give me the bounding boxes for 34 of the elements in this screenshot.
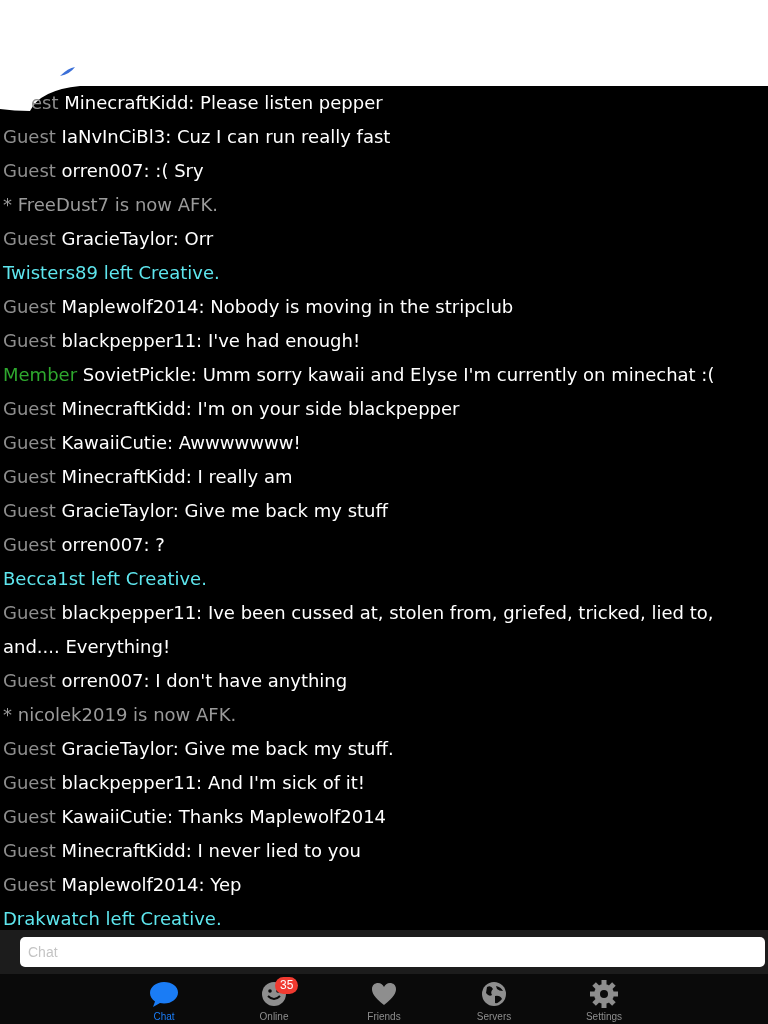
chat-message: Guest MinecraftKidd: I never lied to you xyxy=(3,839,362,863)
speech-bubble-icon xyxy=(149,980,179,1008)
chat-message: Guest GracieTaylor: Give me back my stuff. xyxy=(3,737,395,761)
status-message: * nicolek2019 is now AFK. xyxy=(3,703,238,727)
tab-button[interactable]: Friends xyxy=(329,974,439,1024)
heart-icon xyxy=(371,982,397,1006)
chat-message: Guest IaNvInCiBl3: Cuz I can run really fast xyxy=(3,125,392,149)
chat-message: Guest blackpepper11: I've had enough! xyxy=(3,329,362,353)
chat-message: Guest Maplewolf2014: Yep xyxy=(3,873,243,897)
leave-message: Twisters89 left Creative. xyxy=(3,261,221,285)
chat-message: Guest orren007: :( Sry xyxy=(3,159,205,183)
chat-message: Guest Maplewolf2014: Nobody is moving in the stripclub xyxy=(3,295,515,319)
chat-message: Guest GracieTaylor: Orr xyxy=(3,227,215,251)
leave-message: Becca1st left Creative. xyxy=(3,567,208,591)
chat-message: Guest KawaiiCutie: Thanks Maplewolf2014 xyxy=(3,805,388,829)
chat-message: Guest MinecraftKidd: I really am xyxy=(3,465,294,489)
count-badge: 35 xyxy=(275,977,299,994)
status-message: * FreeDust7 is now AFK. xyxy=(3,193,219,217)
chat-message: Guest orren007: I don't have anything xyxy=(3,669,349,693)
settings-icon xyxy=(590,980,618,1008)
tab-button[interactable]: Servers xyxy=(439,974,549,1024)
tab-button[interactable]: 35 Online xyxy=(219,974,329,1024)
chat-message: Guest MinecraftKidd: I'm on your side blackpepper xyxy=(3,397,461,421)
tab-button[interactable]: Settings xyxy=(549,974,659,1024)
chat-input[interactable]: Chat xyxy=(20,937,765,967)
tab-button[interactable]: Chat xyxy=(109,974,219,1024)
chat-message: Member SovietPickle: Umm sorry kawaii and Elyse I'm currently on minechat :( xyxy=(3,363,716,387)
leave-message: Drakwatch left Creative. xyxy=(3,907,223,930)
chat-message: Guest blackpepper11: Ive been cussed at, stolen from, griefed, tricked, lied to, and.... Everything! xyxy=(3,601,715,659)
chat-message: Guest GracieTaylor: Give me back my stuff xyxy=(3,499,390,523)
chat-message: Guest orren007: ? xyxy=(3,533,166,557)
chat-message: Guest KawaiiCutie: Awwwwwww! xyxy=(3,431,302,455)
chat-message: Guest blackpepper11: And I'm sick of it! xyxy=(3,771,367,795)
globe-icon xyxy=(481,981,507,1007)
